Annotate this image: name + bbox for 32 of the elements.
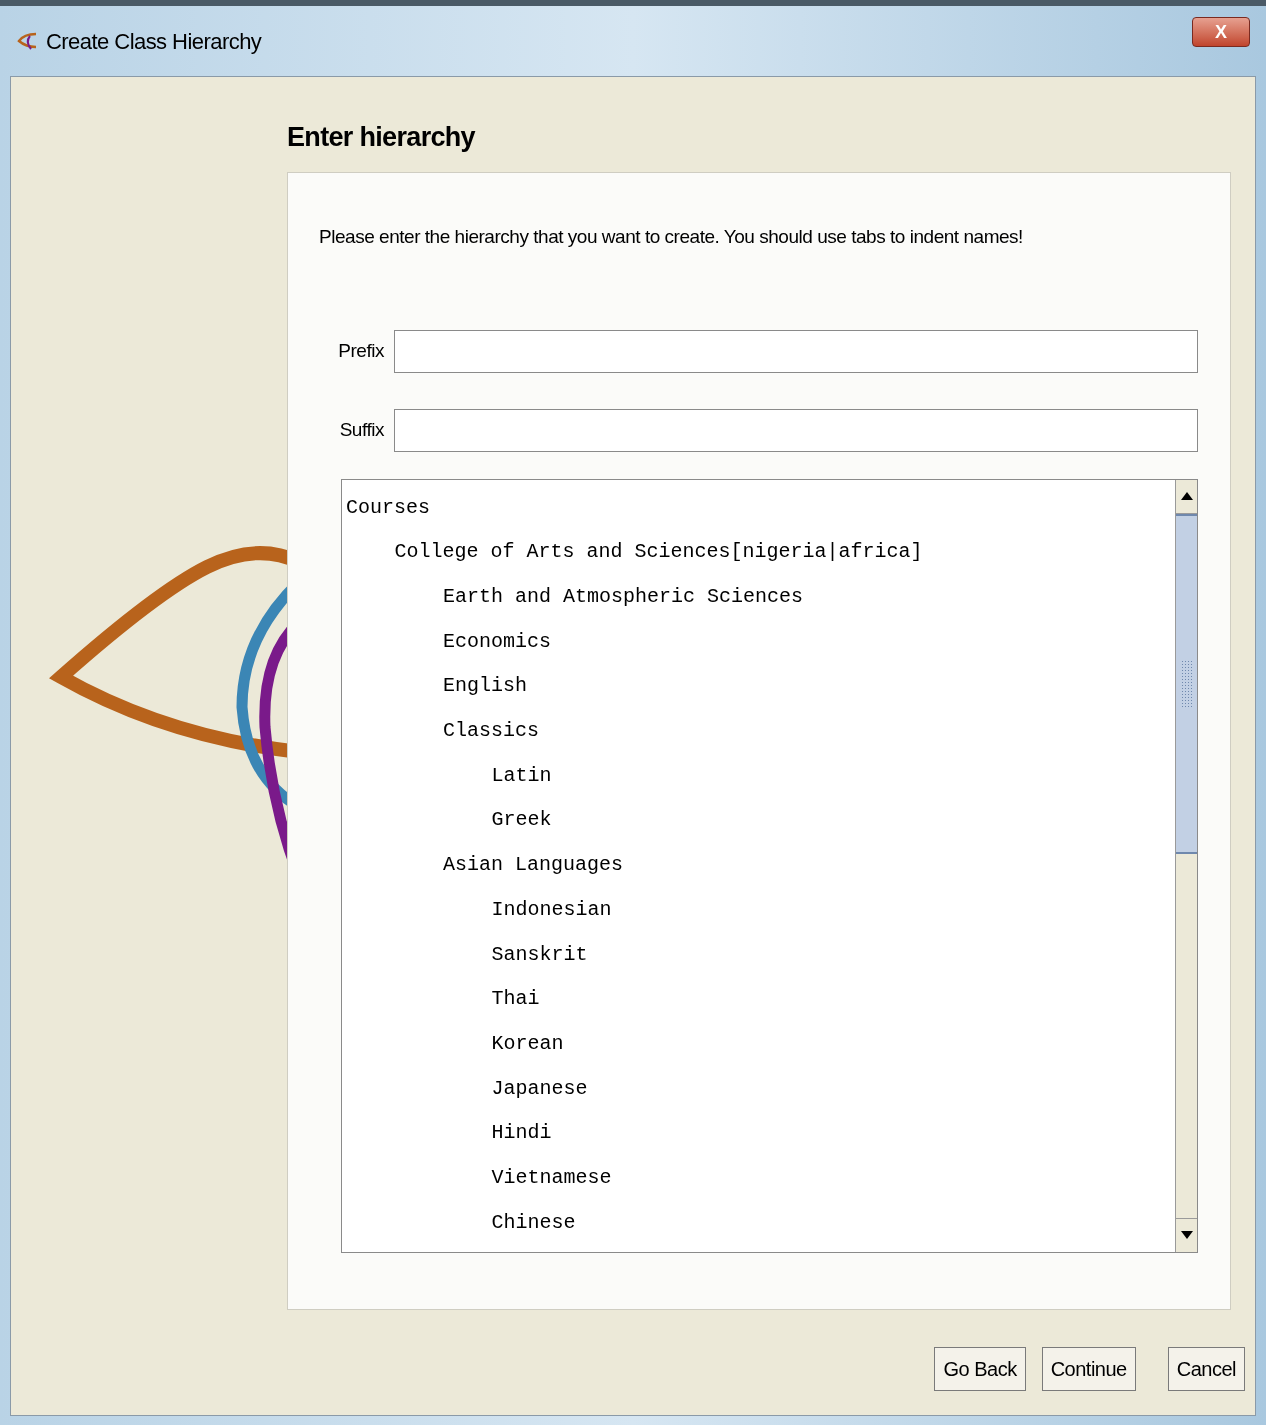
scroll-thumb[interactable]	[1176, 513, 1197, 854]
app-logo-icon	[16, 30, 38, 52]
scrollbar[interactable]	[1175, 479, 1197, 1252]
hierarchy-line: Economics	[443, 629, 552, 653]
hierarchy-line: Thai	[491, 987, 540, 1011]
hierarchy-line: Classics	[443, 719, 539, 742]
text-field[interactable]	[394, 408, 1198, 452]
hierarchy-line: Latin	[491, 763, 552, 787]
hierarchy-line: College of Arts and Sciences[nigeria|africa]	[394, 540, 923, 564]
dialog-button[interactable]: Continue	[1041, 1347, 1136, 1391]
hierarchy-line: Vietnamese	[491, 1166, 612, 1190]
field-label: Prefix	[338, 338, 384, 363]
dialog-button[interactable]: Cancel	[1167, 1347, 1245, 1391]
hierarchy-line: Earth and Atmospheric Sciences	[443, 584, 804, 608]
hierarchy-line: Asian Languages	[443, 853, 624, 877]
hierarchy-line: Greek	[491, 808, 552, 832]
hierarchy-line: Japanese	[491, 1076, 588, 1100]
hierarchy-line: English	[443, 674, 527, 698]
up-arrow-icon	[1180, 492, 1193, 500]
text-field[interactable]	[394, 329, 1198, 373]
hierarchy-line: Indonesian	[491, 897, 612, 921]
hierarchy-line: Chinese	[491, 1210, 576, 1234]
instruction-text: Please enter the hierarchy that you want to create. You should use tabs to indent names!	[319, 225, 1024, 249]
hierarchy-line: Hindi	[491, 1121, 552, 1145]
section-heading: Enter hierarchy	[287, 121, 477, 154]
dialog-button[interactable]: Go Back	[934, 1347, 1026, 1391]
hierarchy-line: Korean	[491, 1031, 564, 1055]
hierarchy-line: Courses	[346, 495, 430, 519]
down-arrow-icon	[1180, 1231, 1193, 1239]
window-title: Create Class Hierarchy	[46, 27, 262, 56]
field-label: Suffix	[338, 417, 384, 442]
hierarchy-line: Sanskrit	[491, 942, 588, 966]
